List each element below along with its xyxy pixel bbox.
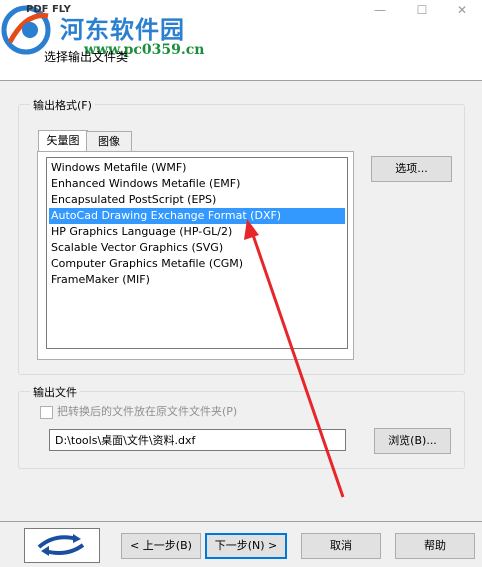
annotation-arrow-icon xyxy=(244,219,345,498)
